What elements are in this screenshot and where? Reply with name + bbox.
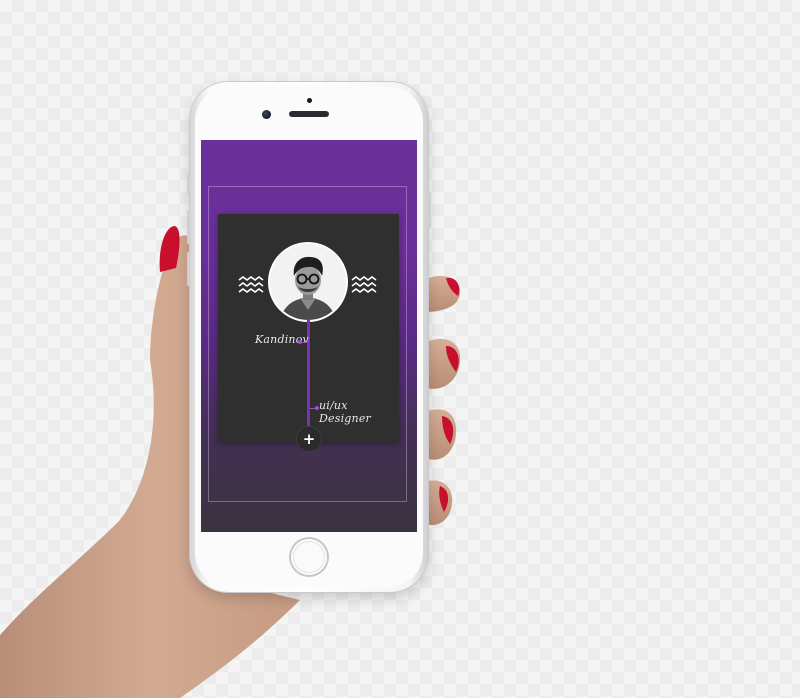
volume-down-button [187,252,190,286]
zigzag-wave-icon [238,276,264,293]
proximity-sensor [307,98,312,103]
mute-switch [187,174,190,194]
plus-icon: + [302,430,316,448]
home-button[interactable] [289,537,329,577]
portrait-photo [270,244,346,320]
zigzag-wave-icon [351,276,377,293]
add-button[interactable]: + [296,426,322,452]
name-dot [298,340,302,344]
volume-up-button [187,210,190,244]
avatar[interactable] [270,244,346,320]
profile-role: ui/ux Designer [319,399,371,425]
front-camera-icon [262,110,271,119]
app-screen: Kandinov ui/ux Designer + [201,140,417,532]
smartphone: Kandinov ui/ux Designer + [187,82,431,592]
earpiece-speaker [289,111,329,117]
power-button [428,192,431,228]
mockup-scene: Kandinov ui/ux Designer + [0,0,800,698]
profile-card: Kandinov ui/ux Designer + [218,214,399,452]
